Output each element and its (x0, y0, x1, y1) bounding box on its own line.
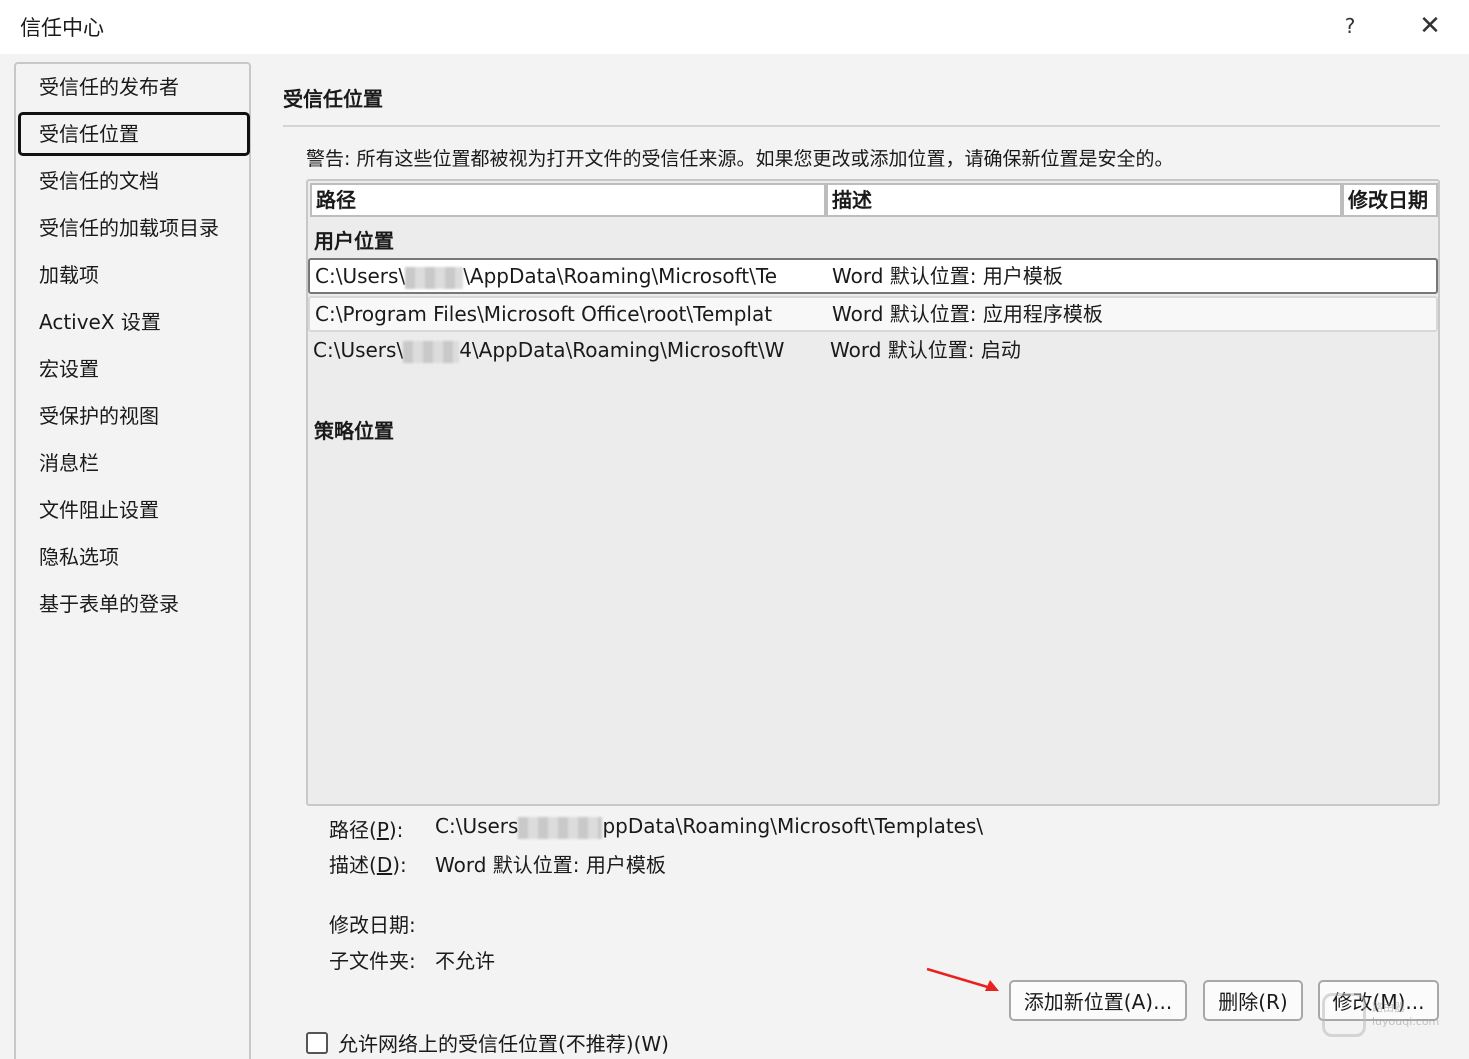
group-policy-locations: 策略位置 (314, 419, 394, 443)
column-header-modified[interactable]: 修改日期 (1342, 183, 1438, 217)
allow-network-locations[interactable]: 允许网络上的受信任位置(不推荐)(W) (306, 1028, 669, 1057)
close-button[interactable]: ✕ (1408, 8, 1452, 44)
sidebar-item-protected-view[interactable]: 受保护的视图 (18, 394, 250, 438)
router-logo-icon (1322, 993, 1366, 1037)
row-path: C:\Program Files\Microsoft Office\root\T… (315, 302, 773, 326)
sidebar-item-trusted-documents[interactable]: 受信任的文档 (18, 159, 250, 203)
detail-subfolders-value: 不允许 (435, 949, 495, 973)
allow-network-label: 允许网络上的受信任位置(不推荐)(W) (338, 1032, 669, 1056)
sidebar-item-macro-settings[interactable]: 宏设置 (18, 347, 250, 391)
remove-button[interactable]: 删除(R) (1203, 980, 1303, 1021)
sidebar-item-privacy[interactable]: 隐私选项 (18, 535, 250, 579)
row-description: Word 默认位置: 应用程序模板 (832, 302, 1103, 326)
table-row[interactable]: C:\Program Files\Microsoft Office\root\T… (308, 296, 1438, 332)
detail-path-label: 路径(P): (329, 818, 404, 842)
sidebar-item-addins[interactable]: 加载项 (18, 253, 250, 297)
redacted-username (518, 816, 603, 839)
sidebar-item-file-block[interactable]: 文件阻止设置 (18, 488, 250, 532)
detail-description-value: Word 默认位置: 用户模板 (435, 853, 666, 877)
title-bar: 信任中心 ? ✕ (0, 0, 1469, 54)
detail-modified-label: 修改日期: (329, 913, 416, 937)
row-path: C:\Users\ 4\AppData\Roaming\Microsoft\W (313, 338, 785, 363)
watermark-line1: 路由器 (1372, 1001, 1405, 1014)
detail-path-value: C:\Users ppData\Roaming\Microsoft\Templat… (435, 814, 984, 839)
sidebar-item-message-bar[interactable]: 消息栏 (18, 441, 250, 485)
sidebar-item-form-login[interactable]: 基于表单的登录 (18, 582, 250, 626)
redacted-username (403, 340, 460, 363)
column-header-description[interactable]: 描述 (826, 183, 1342, 217)
sidebar-item-trusted-publishers[interactable]: 受信任的发布者 (18, 65, 250, 109)
warning-text: 警告: 所有这些位置都被视为打开文件的受信任来源。如果您更改或添加位置，请确保新… (306, 148, 1174, 170)
column-header-path[interactable]: 路径 (310, 183, 826, 217)
annotation-arrow-icon (926, 967, 999, 991)
row-description: Word 默认位置: 启动 (830, 338, 1021, 362)
group-user-locations: 用户位置 (314, 229, 394, 253)
watermark: 路由器 luyouqi.com (1322, 990, 1452, 1040)
watermark-line2: luyouqi.com (1372, 1015, 1440, 1028)
add-location-button[interactable]: 添加新位置(A)... (1009, 980, 1187, 1021)
detail-description-label: 描述(D): (329, 853, 407, 877)
help-button[interactable]: ? (1328, 8, 1372, 44)
row-description: Word 默认位置: 用户模板 (832, 264, 1063, 288)
sidebar-item-trusted-addin-catalogs[interactable]: 受信任的加载项目录 (18, 206, 250, 250)
section-divider (283, 125, 1440, 127)
sidebar-nav: 受信任的发布者 受信任位置 受信任的文档 受信任的加载项目录 加载项 Activ… (14, 62, 251, 1059)
window-title: 信任中心 (20, 16, 104, 40)
trusted-locations-list[interactable]: 路径 描述 修改日期 用户位置 C:\Users\ \AppData\Roamin… (306, 179, 1440, 806)
detail-subfolders-label: 子文件夹: (329, 949, 416, 973)
allow-network-checkbox[interactable] (306, 1031, 328, 1054)
section-title: 受信任位置 (283, 87, 383, 111)
redacted-username (405, 266, 464, 289)
sidebar-item-activex[interactable]: ActiveX 设置 (18, 300, 250, 344)
close-icon: ✕ (1419, 11, 1441, 41)
table-row[interactable]: C:\Users\ 4\AppData\Roaming\Microsoft\W W… (308, 334, 1438, 370)
sidebar-item-trusted-locations[interactable]: 受信任位置 (18, 112, 250, 156)
table-row[interactable]: C:\Users\ \AppData\Roaming\Microsoft\Te W… (308, 258, 1438, 294)
row-path: C:\Users\ \AppData\Roaming\Microsoft\Te (315, 264, 778, 289)
